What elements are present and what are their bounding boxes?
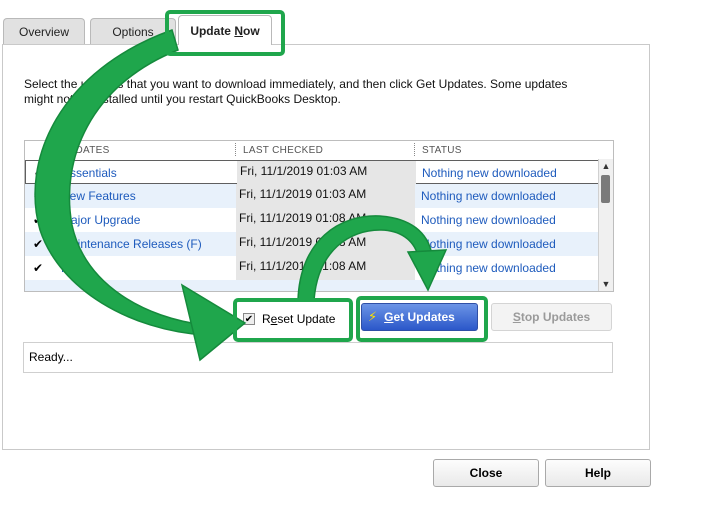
table-row[interactable]: ✔ P Fri, 11/1/2019 01:08 AM Nothing new …	[25, 256, 600, 280]
tab-update-now-label-post: ow	[243, 24, 260, 38]
help-button[interactable]: Help	[545, 459, 651, 487]
update-status: Nothing new downloaded	[421, 213, 556, 227]
last-checked-date: Fri, 11/1/2019 01:08 AM	[236, 256, 415, 280]
status-text: Ready...	[29, 350, 73, 364]
scroll-down-arrow-icon[interactable]: ▼	[599, 277, 613, 291]
tab-update-now[interactable]: Update Now	[178, 15, 272, 45]
checkmark-icon[interactable]: ✔	[33, 189, 47, 203]
checkmark-icon[interactable]: ✔	[33, 213, 47, 227]
last-checked-date: Fri, 11/1/2019 01:03 AM	[236, 184, 415, 208]
col-separator[interactable]	[235, 143, 237, 156]
table-row[interactable]: ✔ New Features Fri, 11/1/2019 01:03 AM N…	[25, 184, 600, 208]
table-row[interactable]	[25, 280, 600, 291]
tab-options[interactable]: Options	[90, 18, 176, 44]
reset-update-label[interactable]: Reset Update	[262, 309, 335, 329]
table-row[interactable]: ✔ Essentials Fri, 11/1/2019 01:03 AM Not…	[25, 160, 600, 185]
status-box: Ready...	[23, 342, 613, 373]
checkbox-checked-icon[interactable]: ✔	[243, 313, 255, 325]
reset-update-checkbox[interactable]: ✔ Reset Update	[243, 309, 343, 329]
scroll-thumb[interactable]	[601, 175, 610, 203]
update-name: P	[61, 261, 70, 275]
table-row[interactable]: ✔ Maintenance Releases (F) Fri, 11/1/201…	[25, 232, 600, 256]
tab-update-now-label-pre: Update	[190, 24, 235, 38]
updates-list[interactable]: UPDATES LAST CHECKED STATUS ✔ Essentials…	[24, 140, 614, 292]
reset-label-post: set Update	[277, 312, 336, 326]
stop-updates-button[interactable]: Stop Updates	[491, 303, 612, 331]
checkmark-icon[interactable]: ✔	[33, 261, 47, 275]
scroll-up-arrow-icon[interactable]: ▲	[599, 159, 613, 173]
stop-updates-accel: S	[512, 310, 521, 324]
tab-update-now-accel: N	[234, 24, 243, 38]
tab-overview[interactable]: Overview	[3, 18, 85, 44]
table-row[interactable]: ✔ Major Upgrade Fri, 11/1/2019 01:08 AM …	[25, 208, 600, 232]
col-updates[interactable]: UPDATES	[61, 145, 110, 156]
get-updates-label: et Updates	[393, 310, 455, 324]
stop-updates-label: top Updates	[520, 310, 591, 324]
update-name: Essentials	[62, 166, 117, 180]
lightning-bolt-icon: ⚡	[368, 309, 378, 324]
last-checked-date: Fri, 11/1/2019 01:08 AM	[236, 232, 415, 256]
list-header: UPDATES LAST CHECKED STATUS	[25, 141, 600, 159]
update-name: New Features	[61, 189, 136, 203]
checkmark-icon[interactable]: ✔	[34, 166, 48, 180]
reset-label-pre: R	[262, 312, 271, 326]
get-updates-button[interactable]: ⚡ Get Updates	[361, 303, 478, 331]
update-name: Major Upgrade	[61, 213, 141, 227]
update-status: Nothing new downloaded	[421, 189, 556, 203]
update-name: Maintenance Releases (F)	[61, 237, 202, 251]
checkmark-icon[interactable]: ✔	[33, 237, 47, 251]
last-checked-date: Fri, 11/1/2019 01:08 AM	[236, 208, 415, 232]
list-scrollbar[interactable]: ▲ ▼	[598, 159, 613, 291]
col-last-checked[interactable]: LAST CHECKED	[243, 145, 323, 156]
last-checked-date: Fri, 11/1/2019 01:03 AM	[237, 161, 416, 185]
update-status: Nothing new downloaded	[421, 237, 556, 251]
update-status: Nothing new downloaded	[422, 166, 557, 180]
instructions-text: Select the updates that you want to down…	[24, 77, 568, 106]
col-separator[interactable]	[414, 143, 416, 156]
col-status[interactable]: STATUS	[422, 145, 462, 156]
update-status: Nothing new downloaded	[421, 261, 556, 275]
close-button[interactable]: Close	[433, 459, 539, 487]
